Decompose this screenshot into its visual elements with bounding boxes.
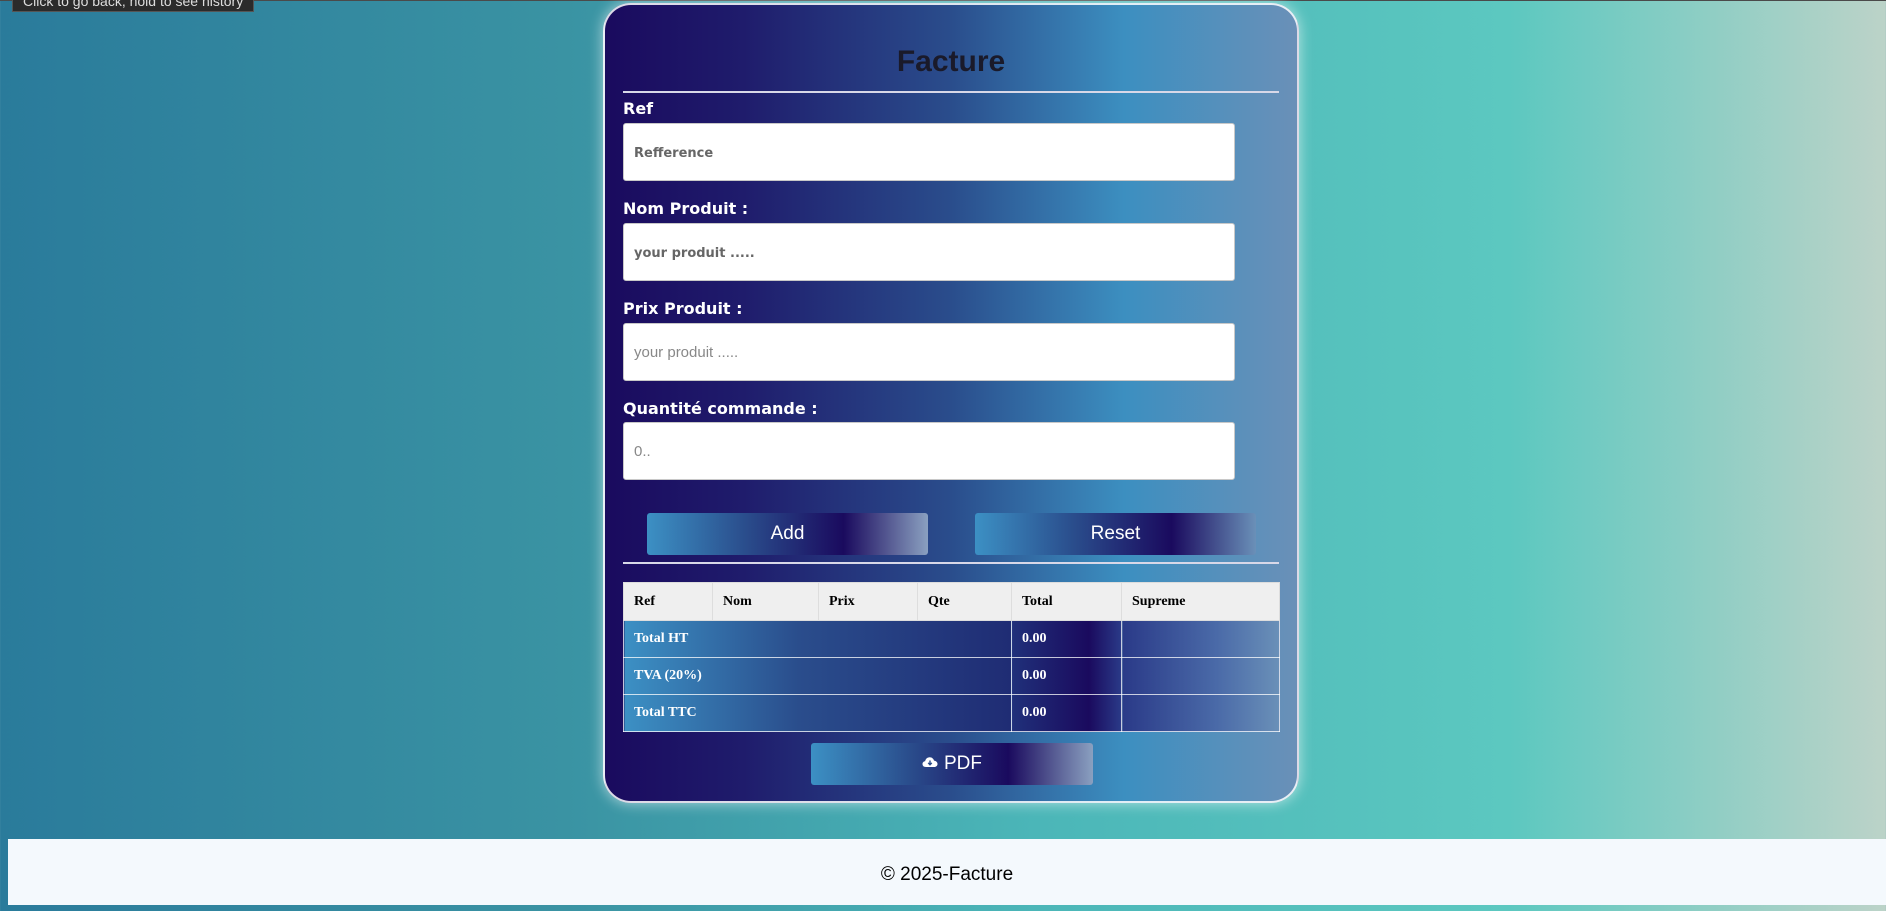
header-supreme: Supreme [1121,582,1280,621]
summary-label: Total HT [623,620,1012,658]
summary-label: TVA (20%) [623,657,1012,695]
header-prix: Prix [818,582,918,621]
page-title: Facture [896,45,1006,78]
summary-empty-cell [1121,657,1280,695]
header-qte: Qte [917,582,1012,621]
summary-label: Total TTC [623,694,1012,732]
summary-empty-cell [1121,620,1280,658]
summary-value: 0.00 [1011,620,1122,658]
footer: © 2025-Facture [8,839,1886,905]
nom-produit-input[interactable] [623,223,1235,281]
summary-value: 0.00 [1011,694,1122,732]
prix-produit-input[interactable] [623,323,1235,381]
pdf-button-label: PDF [944,753,982,774]
cloud-download-icon [922,757,938,767]
ref-input[interactable] [623,123,1235,181]
header-nom: Nom [712,582,819,621]
quantite-commande-label: Quantité commande : [623,399,818,418]
title-divider [623,91,1279,93]
pdf-download-button[interactable]: PDF [811,743,1093,785]
invoice-table: Ref Nom Prix Qte Total Supreme Total HT … [623,582,1280,732]
ref-label: Ref [623,99,654,118]
invoice-form-card: Facture Ref Nom Produit : Prix Produit :… [603,3,1299,803]
header-total: Total [1011,582,1122,621]
nom-produit-label: Nom Produit : [623,199,749,218]
top-border-line [0,0,1886,1]
reset-button[interactable]: Reset [975,513,1256,555]
add-button[interactable]: Add [647,513,928,555]
table-header-row: Ref Nom Prix Qte Total Supreme [623,582,1280,621]
summary-value: 0.00 [1011,657,1122,695]
quantite-commande-input[interactable] [623,422,1235,480]
summary-row-total-ttc: Total TTC 0.00 [623,694,1280,732]
back-button-tooltip: Click to go back, hold to see history [12,0,255,12]
summary-empty-cell [1121,694,1280,732]
prix-produit-label: Prix Produit : [623,299,743,318]
header-ref: Ref [623,582,713,621]
summary-row-total-ht: Total HT 0.00 [623,620,1280,658]
copyright-text: © 2025-Facture [880,864,1014,885]
table-divider [623,562,1279,564]
summary-row-tva: TVA (20%) 0.00 [623,657,1280,695]
